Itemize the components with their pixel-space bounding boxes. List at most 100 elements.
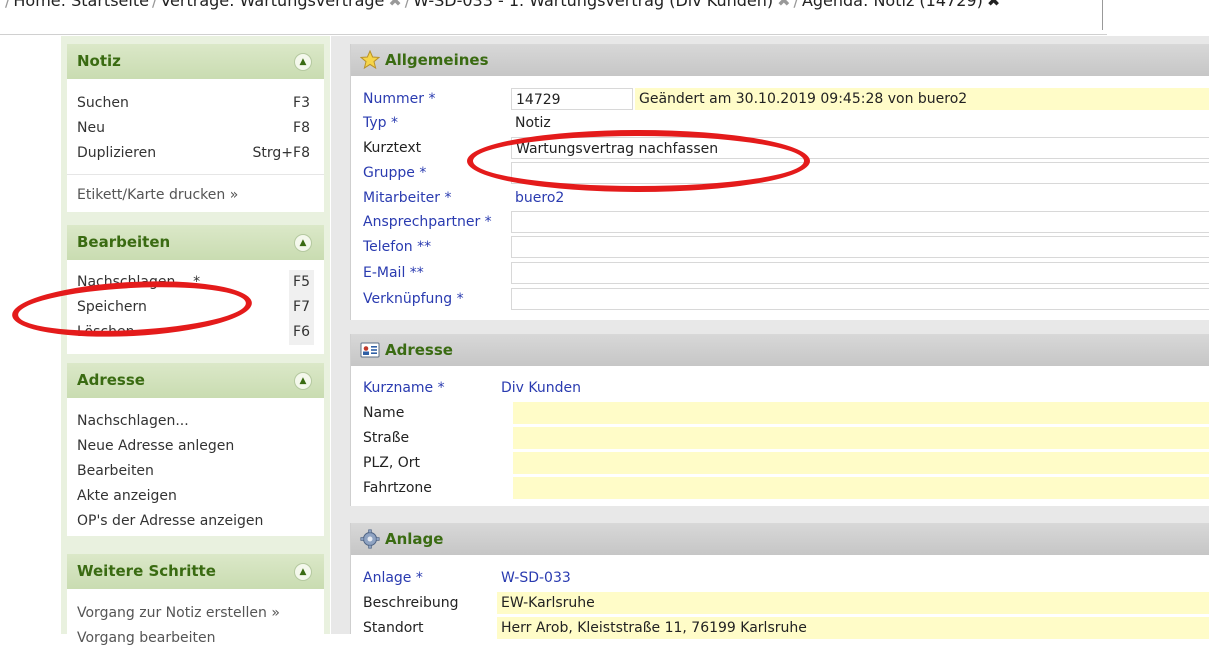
nummer-field[interactable]: 14729 (511, 88, 633, 110)
panel-title: Bearbeiten (77, 233, 171, 251)
breadcrumb-end-divider (1102, 0, 1103, 30)
panel-adresse-header[interactable]: Adresse ▲ (67, 363, 324, 398)
breadcrumb-separator: / (404, 0, 411, 10)
section-header: Anlage (351, 523, 1209, 555)
sidebar-item-suchen[interactable]: Suchen F3 (67, 91, 324, 116)
row-telefon: Telefon ** (351, 236, 1209, 260)
section-adresse: Adresse Kurzname * Div Kunden Name Straß… (350, 334, 1209, 506)
telefon-field[interactable] (511, 236, 1209, 258)
sidebar-item-neue-adresse[interactable]: Neue Adresse anlegen (67, 434, 324, 459)
kurzname-link[interactable]: Div Kunden (497, 377, 797, 399)
divider (67, 174, 324, 175)
breadcrumb-vertraege[interactable]: Verträge: Wartungsverträge (160, 0, 384, 10)
item-label: Speichern (77, 299, 147, 315)
sidebar-item-duplizieren[interactable]: Duplizieren Strg+F8 (67, 141, 324, 166)
label-typ: Typ * (363, 115, 398, 131)
panel-adresse: Adresse ▲ Nachschlagen... Neue Adresse a… (67, 363, 324, 536)
label-anlage[interactable]: Anlage * (363, 570, 423, 586)
collapse-icon[interactable]: ▲ (294, 53, 312, 71)
breadcrumb-strip: / Home: Startseite / Verträge: Wartungsv… (0, 0, 1107, 35)
row-typ: Typ * Notiz (351, 112, 1209, 136)
item-label: Neu (77, 120, 105, 136)
label-name: Name (363, 405, 405, 421)
row-verknuepfung: Verknüpfung * (351, 288, 1209, 312)
panel-weitere-schritte: Weitere Schritte ▲ Vorgang zur Notiz ers… (67, 554, 324, 646)
breadcrumb: / Home: Startseite / Verträge: Wartungsv… (0, 0, 1209, 35)
sidebar-item-nachschlagen[interactable]: Nachschlagen... * F5 (67, 270, 324, 295)
row-plz-ort: PLZ, Ort (351, 452, 1209, 476)
label-kurzname[interactable]: Kurzname * (363, 380, 445, 396)
row-kurzname: Kurzname * Div Kunden (351, 377, 1209, 401)
item-label: Duplizieren (77, 145, 157, 161)
close-tab-icon[interactable]: ✖ (777, 0, 790, 10)
close-tab-icon[interactable]: ✖ (987, 0, 1000, 10)
label-mitarbeiter[interactable]: Mitarbeiter * (363, 190, 452, 206)
panel-notiz-header[interactable]: Notiz ▲ (67, 44, 324, 79)
row-fahrtzone: Fahrtzone (351, 477, 1209, 501)
close-tab-icon[interactable]: ✖ (388, 0, 401, 10)
sidebar-item-akte-anzeigen[interactable]: Akte anzeigen (67, 484, 324, 509)
ansprechpartner-field[interactable] (511, 211, 1209, 233)
row-gruppe: Gruppe * (351, 162, 1209, 186)
panel-title: Weitere Schritte (77, 562, 216, 580)
item-label: Löschen (77, 324, 135, 340)
verknuepfung-field[interactable] (511, 288, 1209, 310)
row-strasse: Straße (351, 427, 1209, 451)
standort-field: Herr Arob, Kleiststraße 11, 76199 Karlsr… (497, 617, 1209, 639)
sidebar-item-adresse-nachschlagen[interactable]: Nachschlagen... (67, 409, 324, 434)
breadcrumb-separator: / (151, 0, 158, 10)
breadcrumb-agenda[interactable]: Agenda: Notiz (14729) (802, 0, 983, 10)
fahrtzone-field (513, 477, 1209, 499)
row-nummer: Nummer * 14729 Geändert am 30.10.2019 09… (351, 88, 1209, 112)
sidebar-item-speichern[interactable]: Speichern F7 (67, 295, 324, 320)
gruppe-field[interactable] (511, 162, 1209, 184)
label-kurztext: Kurztext (363, 140, 422, 156)
label-email[interactable]: E-Mail ** (363, 265, 424, 281)
collapse-icon[interactable]: ▲ (294, 234, 312, 252)
panel-bearbeiten: Bearbeiten ▲ Nachschlagen... * F5 Speiche… (67, 225, 324, 354)
row-kurztext: Kurztext Wartungsvertrag nachfassen (351, 137, 1209, 161)
sidebar-item-vorgang-bearbeiten[interactable]: Vorgang bearbeiten (67, 626, 324, 651)
sidebar-item-neu[interactable]: Neu F8 (67, 116, 324, 141)
label-telefon[interactable]: Telefon ** (363, 239, 431, 255)
email-field[interactable] (511, 262, 1209, 284)
row-anlage: Anlage * W-SD-033 (351, 567, 1209, 591)
label-strasse: Straße (363, 430, 410, 446)
collapse-icon[interactable]: ▲ (294, 372, 312, 390)
sidebar-item-ops-anzeigen[interactable]: OP's der Adresse anzeigen (67, 509, 324, 534)
anlage-link[interactable]: W-SD-033 (497, 567, 797, 589)
breadcrumb-wartungsvertrag[interactable]: W-SD-033 - 1. Wartungsvertrag (Div Kunde… (413, 0, 773, 10)
label-nummer: Nummer * (363, 91, 436, 107)
row-mitarbeiter: Mitarbeiter * buero2 (351, 187, 1209, 211)
shortcut-label: Strg+F8 (252, 145, 310, 161)
strasse-field (513, 427, 1209, 449)
sidebar-item-vorgang-erstellen[interactable]: Vorgang zur Notiz erstellen » (67, 601, 324, 626)
section-title: Anlage (385, 530, 444, 548)
shortcut-label: F8 (293, 120, 310, 136)
gear-icon (360, 529, 380, 549)
row-ansprechpartner: Ansprechpartner * (351, 211, 1209, 235)
item-label: Nachschlagen... * (77, 274, 201, 290)
label-verknuepfung[interactable]: Verknüpfung * (363, 291, 464, 307)
sidebar-item-loeschen[interactable]: Löschen F6 (67, 320, 324, 345)
sidebar-item-adresse-bearbeiten[interactable]: Bearbeiten (67, 459, 324, 484)
breadcrumb-home[interactable]: Home: Startseite (13, 0, 149, 10)
label-ansprechpartner[interactable]: Ansprechpartner * (363, 214, 492, 230)
shortcut-label: F5 (289, 270, 314, 295)
name-field (513, 402, 1209, 424)
label-beschreibung: Beschreibung (363, 595, 459, 611)
collapse-icon[interactable]: ▲ (294, 563, 312, 581)
section-title: Adresse (385, 341, 453, 359)
etikett-drucken-link[interactable]: Etikett/Karte drucken » (67, 183, 324, 208)
label-gruppe[interactable]: Gruppe * (363, 165, 426, 181)
geaendert-info: Geändert am 30.10.2019 09:45:28 von buer… (635, 88, 1209, 110)
panel-weitere-header[interactable]: Weitere Schritte ▲ (67, 554, 324, 589)
shortcut-label: F6 (289, 320, 314, 345)
section-anlage: Anlage Anlage * W-SD-033 Beschreibung EW… (350, 523, 1209, 639)
panel-bearbeiten-header[interactable]: Bearbeiten ▲ (67, 225, 324, 260)
section-allgemeines: Allgemeines Nummer * 14729 Geändert am 3… (350, 44, 1209, 320)
address-card-icon (360, 342, 380, 358)
mitarbeiter-link[interactable]: buero2 (511, 187, 711, 209)
shortcut-label: F7 (289, 295, 314, 320)
kurztext-field[interactable]: Wartungsvertrag nachfassen (511, 137, 1209, 159)
